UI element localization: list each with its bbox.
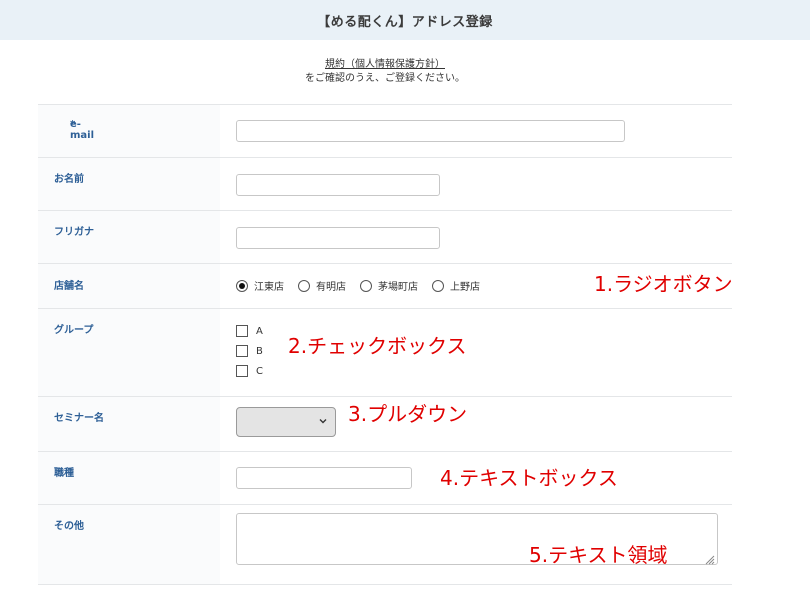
checkbox[interactable] — [236, 345, 248, 357]
store-radio-group: 江東店 有明店 茅場町店 上野店 — [236, 278, 494, 293]
name-row: お名前 — [38, 157, 732, 211]
group-label: グループ — [54, 325, 94, 336]
store-radio-ariake[interactable]: 有明店 — [298, 278, 346, 293]
seminar-label: セミナー名 — [54, 413, 104, 424]
email-field[interactable] — [236, 120, 625, 142]
page-title: 【める配くん】アドレス登録 — [317, 14, 493, 30]
confirm-text: をご確認のうえ、ご登録ください。 — [305, 73, 465, 84]
annotation-radio: 1.ラジオボタン — [594, 272, 733, 296]
group-checkbox-c[interactable]: C — [236, 361, 263, 381]
required-mark: * — [70, 119, 76, 130]
policy-link[interactable]: 規約（個人情報保護方針） — [325, 59, 445, 70]
radio-button[interactable] — [360, 279, 372, 292]
chevron-down-icon — [318, 416, 328, 429]
occupation-field[interactable] — [236, 467, 412, 489]
occupation-row: 職種 — [38, 451, 732, 505]
checkbox[interactable] — [236, 325, 248, 337]
annotation-textarea: 5.テキスト領域 — [529, 543, 668, 567]
furigana-row: フリガナ — [38, 210, 732, 264]
email-row: e-mail * — [38, 104, 732, 158]
group-checkbox-b[interactable]: B — [236, 341, 263, 361]
other-label: その他 — [54, 521, 84, 532]
radio-button[interactable] — [432, 279, 444, 292]
store-radio-koto[interactable]: 江東店 — [236, 278, 284, 293]
intro-text: 規約（個人情報保護方針） をご確認のうえ、ご登録ください。 — [0, 58, 770, 86]
group-checkbox-a[interactable]: A — [236, 321, 263, 341]
radio-button[interactable] — [298, 279, 310, 292]
store-radio-kayabacho[interactable]: 茅場町店 — [360, 278, 418, 293]
store-radio-ueno[interactable]: 上野店 — [432, 278, 480, 293]
header-bar: 【める配くん】アドレス登録 — [0, 0, 810, 40]
group-checkbox-list: A B C — [236, 321, 263, 381]
store-label: 店舗名 — [54, 281, 84, 292]
resize-grip-icon[interactable] — [703, 550, 715, 565]
name-label: お名前 — [54, 174, 84, 185]
form-bottom-divider — [38, 584, 732, 585]
seminar-select[interactable] — [236, 407, 336, 437]
radio-button-selected[interactable] — [236, 279, 248, 292]
name-field[interactable] — [236, 174, 440, 196]
furigana-label: フリガナ — [54, 227, 94, 238]
furigana-field[interactable] — [236, 227, 440, 249]
annotation-checkbox: 2.チェックボックス — [288, 334, 467, 358]
annotation-pulldown: 3.プルダウン — [348, 402, 468, 426]
occupation-label: 職種 — [54, 468, 74, 479]
annotation-textbox: 4.テキストボックス — [440, 466, 618, 490]
checkbox[interactable] — [236, 365, 248, 377]
